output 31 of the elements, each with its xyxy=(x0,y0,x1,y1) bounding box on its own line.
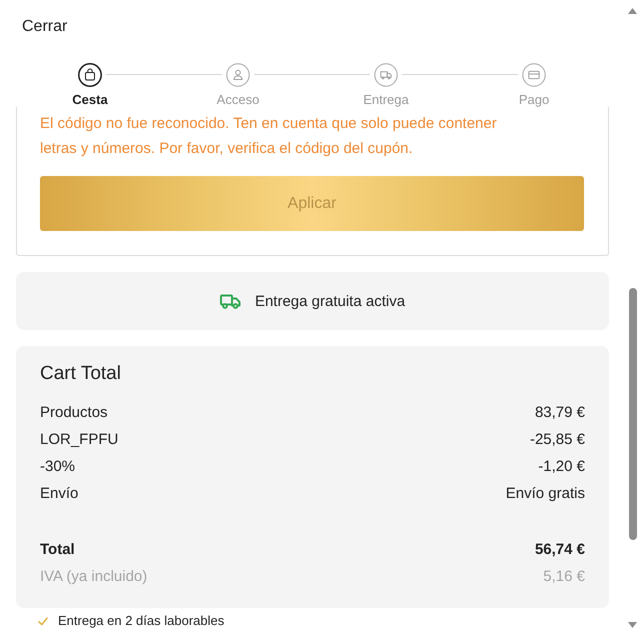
summary-label: Envío xyxy=(40,485,78,502)
cart-total-title: Cart Total xyxy=(40,363,122,385)
total-value: 56,74 € xyxy=(534,541,585,558)
free-delivery-text: Entrega gratuita activa xyxy=(254,292,406,310)
apply-button[interactable]: Aplicar xyxy=(40,176,584,231)
close-link[interactable]: Cerrar xyxy=(22,18,68,35)
summary-value: -1,20 € xyxy=(538,458,585,475)
truck-icon xyxy=(374,63,398,87)
step-tab[interactable]: Pago xyxy=(518,63,550,108)
scroll-down-icon[interactable] xyxy=(628,622,637,628)
scrollbar-thumb[interactable] xyxy=(628,288,636,540)
step-tab[interactable]: Acceso xyxy=(216,63,260,108)
error-message: El código no fue reconocido. Ten en cuenta que solo puede contener letras y números. Por favor, verifica el código del cupón. xyxy=(40,114,498,159)
tax-label: IVA (ya incluido) xyxy=(40,568,148,585)
check-icon xyxy=(38,616,48,626)
summary-label: -30% xyxy=(40,458,76,475)
summary-value: Envío gratis xyxy=(506,485,585,502)
summary-value: 83,79 € xyxy=(534,404,585,421)
truck-icon xyxy=(220,294,241,308)
tax-value: 5,16 € xyxy=(543,568,585,585)
card-icon xyxy=(522,63,546,87)
delivery-time-note: Entrega en 2 días laborables xyxy=(58,613,224,629)
summary-label: Productos xyxy=(40,404,108,421)
step-tab[interactable]: Cesta xyxy=(72,63,108,108)
step-tab[interactable]: Entrega xyxy=(363,63,409,108)
user-icon xyxy=(226,63,250,87)
summary-value: -25,85 € xyxy=(530,431,585,448)
summary-label: LOR_FPFU xyxy=(40,431,118,448)
total-label: Total xyxy=(40,541,75,558)
bag-icon xyxy=(78,63,102,87)
scroll-up-icon[interactable] xyxy=(628,8,637,14)
